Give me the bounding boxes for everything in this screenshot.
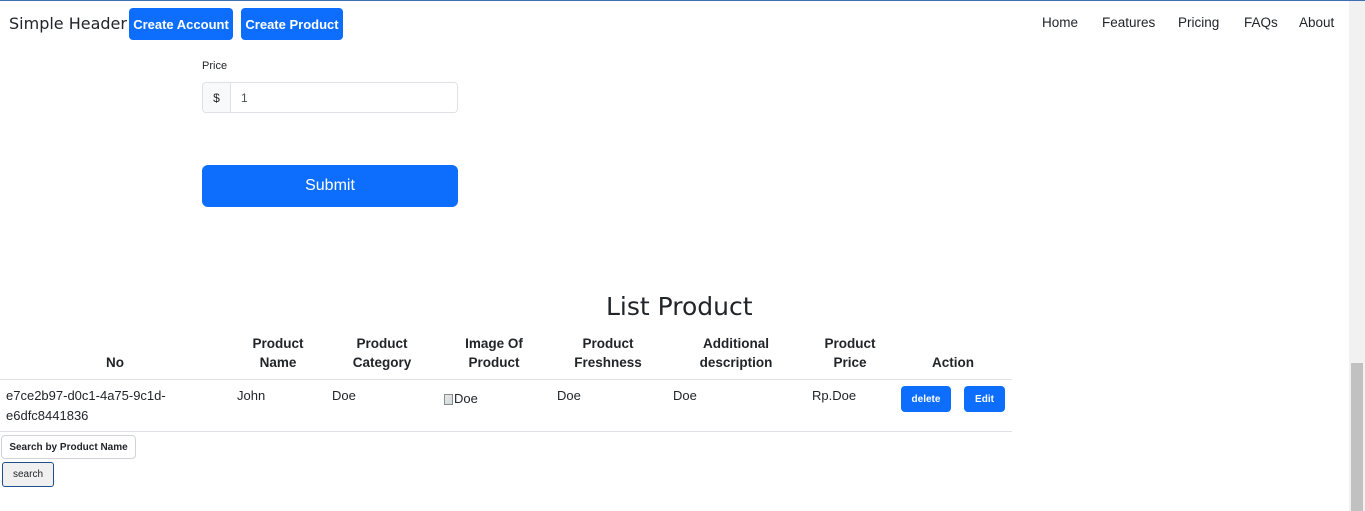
column-header-text: Product	[582, 336, 634, 351]
vertical-scrollbar[interactable]	[1349, 1, 1365, 511]
column-header-text: Product	[468, 355, 520, 370]
column-header-text: Additional	[703, 336, 769, 351]
column-header-text: Product	[356, 336, 408, 351]
submit-button[interactable]: Submit	[202, 165, 458, 207]
column-header-text: Price	[833, 355, 867, 370]
price-input[interactable]	[231, 83, 457, 112]
column-header-no: No	[106, 355, 124, 370]
nav-features[interactable]: Features	[1102, 15, 1155, 30]
delete-button[interactable]: delete	[901, 386, 951, 412]
table-row-divider	[0, 431, 1012, 432]
cell-no: e7ce2b97-d0c1-4a75-9c1d- e6dfc8441836	[6, 386, 166, 426]
column-header-text: Image Of	[465, 336, 523, 351]
column-header-description: Additional description	[686, 334, 786, 372]
image-alt-text: Doe	[454, 391, 478, 406]
nav-pricing[interactable]: Pricing	[1178, 15, 1219, 30]
cell-freshness: Doe	[557, 388, 581, 403]
cell-no-line: e7ce2b97-d0c1-4a75-9c1d-	[6, 388, 166, 403]
search-by-name-label: Search by Product Name	[1, 435, 136, 459]
brand-title[interactable]: Simple Header	[9, 14, 127, 33]
column-header-text: description	[699, 355, 773, 370]
header: Simple Header Create Account Create Prod…	[0, 1, 1349, 47]
table-header-divider	[0, 379, 1012, 380]
column-header-text: Freshness	[574, 355, 642, 370]
nav-about[interactable]: About	[1299, 15, 1334, 30]
cell-no-line: e6dfc8441836	[6, 408, 89, 423]
cell-price: Rp.Doe	[812, 388, 857, 403]
edit-button[interactable]: Edit	[964, 386, 1005, 412]
column-header-text: Name	[259, 355, 297, 370]
column-header-text: Product	[252, 336, 304, 351]
cell-product-category: Doe	[332, 388, 356, 403]
column-header-text: Category	[352, 355, 412, 370]
currency-addon: $	[203, 83, 231, 112]
column-header-product-category: Product Category	[337, 334, 427, 372]
list-title: List Product	[606, 292, 753, 321]
column-header-freshness: Product Freshness	[563, 334, 653, 372]
scrollbar-thumb[interactable]	[1351, 363, 1363, 511]
column-header-price: Product Price	[810, 334, 890, 372]
search-button[interactable]: search	[2, 462, 54, 487]
nav-faqs[interactable]: FAQs	[1244, 15, 1278, 30]
column-header-image: Image Of Product	[449, 334, 539, 372]
column-header-text: Product	[824, 336, 876, 351]
column-header-product-name: Product Name	[238, 334, 318, 372]
cell-product-name: John	[237, 388, 266, 403]
broken-image-icon: Doe	[444, 389, 478, 409]
price-input-group: $	[202, 82, 458, 113]
create-product-button[interactable]: Create Product	[241, 8, 343, 40]
nav-home[interactable]: Home	[1042, 15, 1078, 30]
cell-description: Doe	[673, 388, 697, 403]
create-account-button[interactable]: Create Account	[129, 8, 233, 40]
price-label: Price	[202, 60, 228, 72]
column-header-action: Action	[932, 355, 974, 370]
cell-product-image: Doe	[444, 389, 478, 411]
